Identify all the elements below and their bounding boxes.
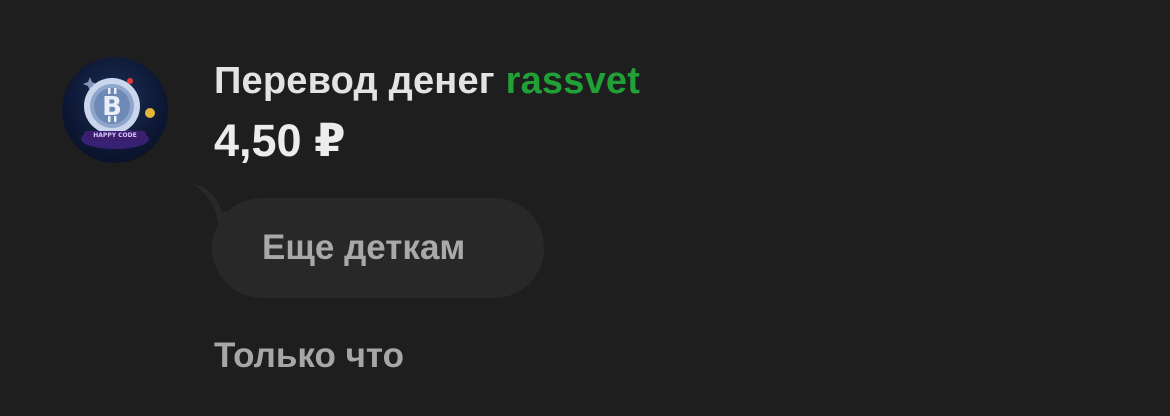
bitcoin-coin-icon: B: [81, 77, 155, 149]
recipient-name[interactable]: rassvet: [506, 60, 641, 102]
message-text: Еще деткам: [262, 228, 466, 267]
avatar-caption: HAPPY CODE: [93, 132, 137, 139]
transfer-amount: 4,50 ₽: [214, 115, 346, 166]
sender-avatar[interactable]: B HAPPY CODE: [62, 57, 168, 163]
transfer-title-prefix: Перевод денег: [214, 60, 495, 102]
svg-text:B: B: [102, 92, 122, 122]
message-bubble[interactable]: Еще деткам: [212, 198, 544, 298]
timestamp: Только что: [214, 336, 404, 375]
transfer-title: Перевод денег rassvet: [214, 60, 640, 103]
transfer-notification-card[interactable]: B HAPPY CODE Перевод денег rassvet 4,50 …: [0, 0, 1170, 416]
